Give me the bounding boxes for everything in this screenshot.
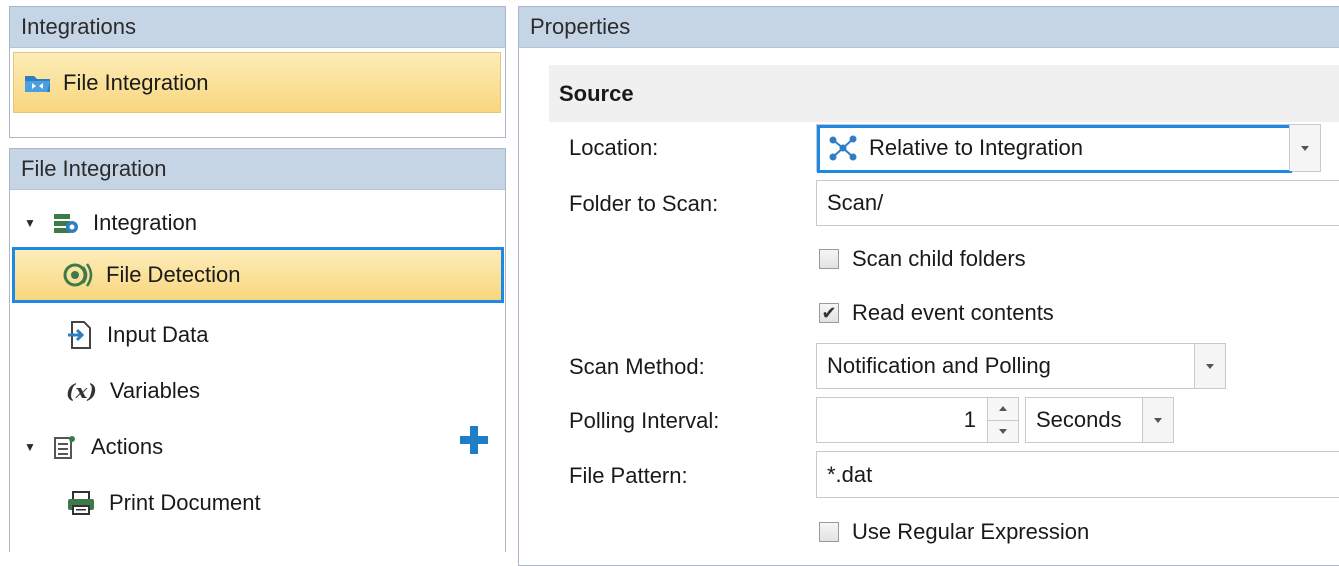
location-dropdown[interactable]: Relative to Integration — [816, 124, 1321, 173]
read-event-contents-checkbox[interactable]: ✔ Read event contents — [819, 300, 1054, 326]
scan-method-dropdown[interactable]: Notification and Polling — [816, 343, 1226, 389]
tree-item-integration[interactable]: ▼ Integration — [24, 195, 197, 251]
tree-item-input-data[interactable]: Input Data — [66, 307, 209, 363]
file-pattern-input[interactable]: *.dat — [816, 451, 1339, 498]
checkmark-icon[interactable]: ✔ — [819, 303, 839, 323]
file-pattern-label: File Pattern: — [569, 463, 688, 488]
tree-item-variables[interactable]: (x) Variables — [66, 363, 200, 419]
source-section-header: Source — [549, 65, 1339, 122]
variables-icon: (x) — [66, 379, 97, 403]
add-action-button[interactable] — [457, 423, 491, 457]
polling-unit-dropdown[interactable]: Seconds — [1025, 397, 1174, 443]
tree-panel-title: File Integration — [10, 149, 505, 190]
polling-interval-value: 1 — [963, 407, 976, 432]
tree-item-file-detection[interactable]: File Detection — [12, 247, 504, 303]
polling-interval-label: Polling Interval: — [569, 408, 720, 433]
scan-child-folders-label: Scan child folders — [852, 246, 1026, 271]
polling-unit-value: Seconds — [1036, 407, 1122, 432]
use-regex-checkbox[interactable]: Use Regular Expression — [819, 519, 1089, 545]
integrations-panel: Integrations File Integration — [9, 6, 506, 138]
folder-to-scan-label: Folder to Scan: — [569, 191, 719, 216]
location-value: Relative to Integration — [869, 135, 1084, 160]
expand-arrow-icon[interactable]: ▼ — [24, 216, 36, 230]
tree-item-label: Actions — [91, 434, 164, 459]
tree-item-label: Input Data — [107, 322, 209, 347]
folder-integration-icon — [23, 71, 53, 95]
expand-arrow-icon[interactable]: ▼ — [24, 440, 36, 454]
scan-child-folders-checkbox[interactable]: Scan child folders — [819, 246, 1026, 272]
checkbox-box[interactable] — [819, 522, 839, 542]
use-regex-label: Use Regular Expression — [852, 519, 1090, 544]
properties-panel: Properties Source Location: Relative to … — [518, 6, 1339, 566]
chevron-down-icon[interactable] — [1142, 398, 1173, 442]
tree-item-actions[interactable]: ▼ Actions — [24, 419, 163, 475]
integration-item-label: File Integration — [63, 69, 209, 95]
integrations-panel-title: Integrations — [10, 7, 505, 48]
relative-location-icon — [827, 134, 859, 162]
scan-method-label: Scan Method: — [569, 354, 705, 379]
chevron-down-icon[interactable] — [1194, 344, 1225, 388]
file-integration-tree-panel: File Integration ▼ Integration File Dete… — [9, 148, 506, 552]
tree-item-label: Integration — [93, 210, 197, 235]
folder-to-scan-input[interactable]: Scan/ — [816, 180, 1339, 226]
actions-icon — [52, 434, 78, 460]
spinner-up-icon[interactable] — [988, 398, 1018, 421]
location-label: Location: — [569, 135, 659, 160]
integration-list-item[interactable]: File Integration — [13, 52, 501, 113]
integration-settings-icon — [52, 211, 80, 235]
properties-panel-title: Properties — [519, 7, 1339, 48]
tree-item-print-document[interactable]: Print Document — [66, 475, 261, 531]
tree-item-label: Variables — [109, 378, 200, 403]
spinner[interactable] — [987, 398, 1018, 442]
chevron-down-icon[interactable] — [1289, 125, 1320, 171]
spinner-down-icon[interactable] — [988, 420, 1018, 442]
input-data-icon — [66, 320, 94, 350]
checkbox-box[interactable] — [819, 249, 839, 269]
file-detection-icon — [63, 261, 93, 289]
tree-item-label: File Detection — [106, 262, 241, 287]
printer-icon — [66, 490, 96, 516]
scan-method-value: Notification and Polling — [827, 353, 1051, 378]
tree-item-label: Print Document — [109, 490, 261, 515]
polling-interval-input[interactable]: 1 — [816, 397, 1019, 443]
read-event-contents-label: Read event contents — [852, 300, 1054, 325]
